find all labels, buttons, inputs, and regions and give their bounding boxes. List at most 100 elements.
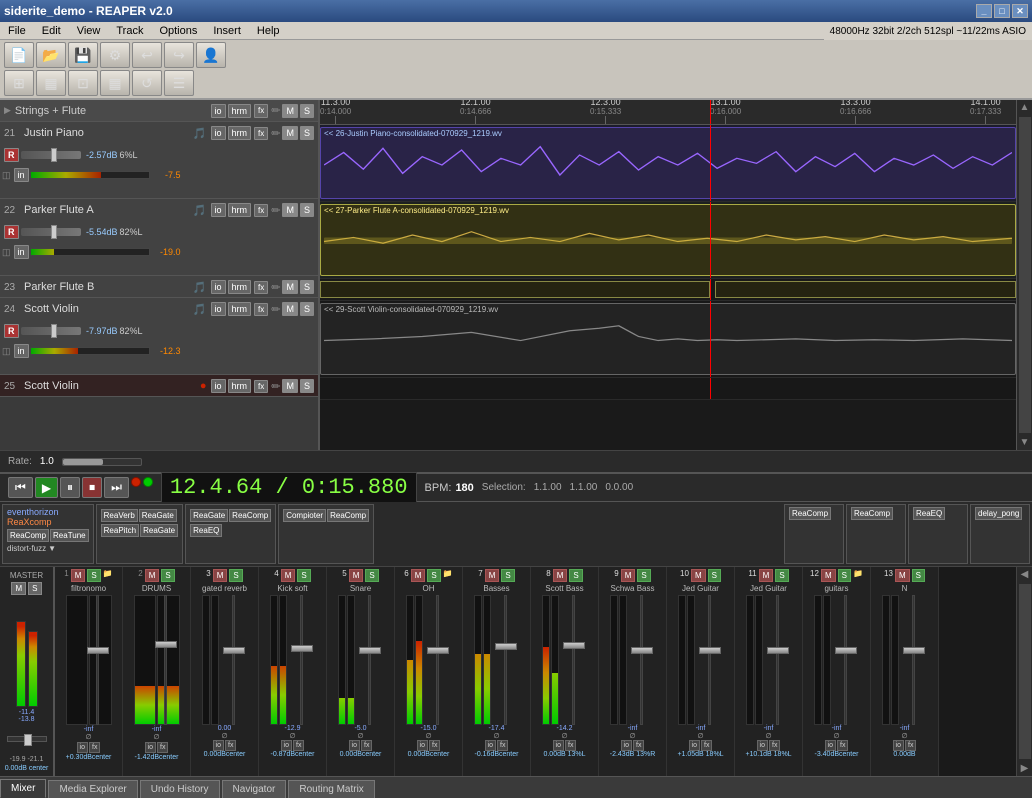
ch3-io-btn[interactable]: io — [213, 740, 224, 751]
ch3-fx-btn[interactable]: fx — [225, 740, 236, 751]
ch11-fx-btn[interactable]: fx — [769, 740, 780, 751]
snap-button[interactable]: ⊞ — [4, 70, 34, 96]
mixer-scroll-left[interactable]: ◀ — [1019, 567, 1031, 582]
ch1-folder-icon[interactable]: 📁 — [103, 569, 113, 582]
ch8-m[interactable]: M — [553, 569, 568, 582]
window-controls[interactable]: _ □ ✕ — [976, 4, 1028, 18]
ch2-fx-btn[interactable]: fx — [157, 742, 168, 753]
menu-options[interactable]: Options — [155, 24, 201, 38]
select-button[interactable]: ▦ — [100, 70, 130, 96]
ch11-io-btn[interactable]: io — [757, 740, 768, 751]
plugin-compioter-btn[interactable]: Compioter — [283, 509, 326, 522]
tab-undo-history[interactable]: Undo History — [140, 780, 220, 798]
mixer-scroll-thumb[interactable] — [1019, 584, 1031, 759]
track-25-hrm[interactable]: hrm — [228, 379, 252, 393]
track-22-s[interactable]: S — [300, 203, 314, 217]
track-23-fx[interactable]: fx — [254, 281, 268, 294]
plugin-gate2-btn[interactable]: ReaGate — [140, 524, 178, 537]
scroll-thumb[interactable] — [1019, 117, 1031, 433]
ch12-fader[interactable] — [832, 595, 860, 725]
save-button[interactable]: 💾 — [68, 42, 98, 68]
plugin-reaxcomp[interactable]: ReaXcomp — [7, 517, 89, 527]
track-24-hrm[interactable]: hrm — [228, 302, 252, 316]
ch5-fader[interactable] — [356, 595, 384, 725]
track-24-io[interactable]: io — [211, 302, 226, 316]
ch8-fader[interactable] — [560, 595, 588, 725]
ch10-fx-btn[interactable]: fx — [701, 740, 712, 751]
master-fader-knob[interactable] — [24, 734, 32, 746]
ch8-s[interactable]: S — [569, 569, 582, 582]
ch7-fader[interactable] — [492, 595, 520, 725]
ch2-io-btn[interactable]: io — [145, 742, 156, 753]
plugin-gate-btn[interactable]: ReaGate — [139, 509, 177, 522]
plugin-eq2-btn[interactable]: ReaEQ — [913, 507, 945, 520]
track-22-fx[interactable]: fx — [254, 204, 268, 217]
track-21-fader[interactable] — [21, 151, 81, 159]
ch6-folder[interactable]: 📁 — [443, 569, 453, 582]
plugin-comp4-btn[interactable]: ReaComp — [789, 507, 831, 520]
menu-view[interactable]: View — [73, 24, 105, 38]
track-24-fx[interactable]: fx — [254, 303, 268, 316]
ch11-s[interactable]: S — [775, 569, 788, 582]
rate-slider[interactable] — [62, 458, 142, 466]
track-22-io[interactable]: io — [211, 203, 226, 217]
track-23-io[interactable]: io — [211, 280, 226, 294]
ch1-fader-knob[interactable] — [87, 647, 109, 654]
play-button[interactable]: ▶ — [35, 477, 58, 498]
ch4-fader-knob[interactable] — [291, 645, 313, 652]
ch13-m[interactable]: M — [895, 569, 910, 582]
scroll-button[interactable]: ☰ — [164, 70, 194, 96]
maximize-button[interactable]: □ — [994, 4, 1010, 18]
ch13-fader[interactable] — [900, 595, 928, 725]
ch6-s[interactable]: S — [427, 569, 440, 582]
ch2-fader[interactable] — [152, 595, 180, 725]
ch13-s[interactable]: S — [912, 569, 925, 582]
clip-21[interactable]: << 26-Justin Piano-consolidated-070929_1… — [320, 127, 1016, 199]
ch9-io-btn[interactable]: io — [621, 740, 632, 751]
plugin-comp3-btn[interactable]: ReaComp — [327, 509, 369, 522]
clip-24[interactable]: << 29-Scott Violin-consolidated-070929_1… — [320, 303, 1016, 375]
ch12-s[interactable]: S — [838, 569, 851, 582]
ch5-m[interactable]: M — [349, 569, 364, 582]
track-21-hrm[interactable]: hrm — [228, 126, 252, 140]
stop-button[interactable]: ⏹ — [82, 477, 102, 498]
track-25-fx[interactable]: fx — [254, 380, 268, 393]
ch6-io-btn[interactable]: io — [417, 740, 428, 751]
ch12-folder[interactable]: 📁 — [853, 569, 863, 582]
ch4-fader[interactable] — [288, 595, 316, 725]
scroll-down-button[interactable]: ▼ — [1018, 435, 1032, 450]
track-24-in-btn[interactable]: in — [14, 344, 29, 358]
track-24-r[interactable]: R — [4, 324, 19, 338]
mixer-scroll-right[interactable]: ▶ — [1019, 761, 1031, 776]
folder-s-btn[interactable]: S — [300, 104, 314, 118]
ch3-m[interactable]: M — [213, 569, 228, 582]
ch8-io-btn[interactable]: io — [553, 740, 564, 751]
master-s-btn[interactable]: S — [28, 582, 41, 595]
tab-media-explorer[interactable]: Media Explorer — [48, 780, 137, 798]
master-m-btn[interactable]: M — [11, 582, 26, 595]
folder-fx-btn[interactable]: fx — [254, 104, 268, 118]
ch6-fader[interactable] — [424, 595, 452, 725]
ch9-fx-btn[interactable]: fx — [633, 740, 644, 751]
ch9-s[interactable]: S — [637, 569, 650, 582]
options-button[interactable]: ⚙ — [100, 42, 130, 68]
grid-button[interactable]: ▦ — [36, 70, 66, 96]
ch7-s[interactable]: S — [501, 569, 514, 582]
track-23-m[interactable]: M — [282, 280, 298, 294]
plugin-comp2-btn[interactable]: ReaComp — [229, 509, 271, 522]
track-24-s[interactable]: S — [300, 302, 314, 316]
ch1-io-btn[interactable]: io — [77, 742, 88, 753]
track-22-hrm[interactable]: hrm — [228, 203, 252, 217]
track-23-s[interactable]: S — [300, 280, 314, 294]
menu-track[interactable]: Track — [112, 24, 147, 38]
ch11-fader-knob[interactable] — [767, 647, 789, 654]
menu-help[interactable]: Help — [253, 24, 284, 38]
track-25-s[interactable]: S — [300, 379, 314, 393]
plugin-delay-btn[interactable]: delay_pong — [975, 507, 1022, 520]
zoom-button[interactable]: ↺ — [132, 70, 162, 96]
ch7-io-btn[interactable]: io — [485, 740, 496, 751]
rate-thumb[interactable] — [63, 459, 103, 465]
clip-22[interactable]: << 27-Parker Flute A-consolidated-070929… — [320, 204, 1016, 276]
plugin-reatune-btn[interactable]: ReaTune — [50, 529, 89, 542]
ch5-io-btn[interactable]: io — [349, 740, 360, 751]
